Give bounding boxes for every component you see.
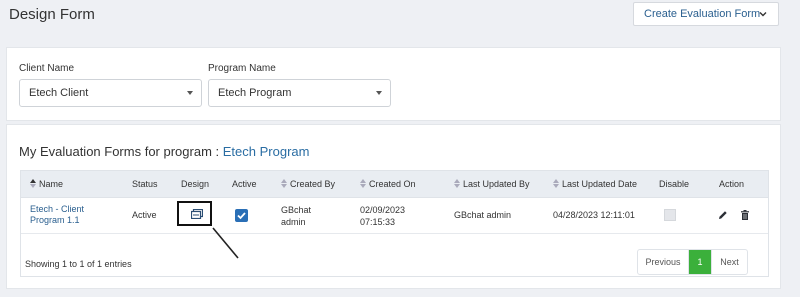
column-created-by-label: Created By — [290, 179, 336, 189]
created-on-cell: 02/09/2023 07:15:33 — [360, 204, 405, 228]
column-header-created-by[interactable]: Created By — [281, 179, 335, 189]
created-on-line2: 07:15:33 — [360, 217, 396, 227]
last-updated-date-cell: 04/28/2023 12:11:01 — [553, 210, 635, 220]
forms-title-program: Etech Program — [222, 144, 310, 159]
created-by-cell: GBchat admin — [281, 204, 311, 228]
program-name-value: Etech Program — [218, 87, 292, 99]
status-cell: Active — [132, 210, 157, 220]
sort-icon — [454, 179, 460, 188]
column-header-disable: Disable — [659, 179, 690, 189]
created-by-line1: GBchat — [281, 205, 312, 215]
pagination: Previous 1 Next — [637, 249, 748, 275]
created-on-line1: 02/09/2023 — [360, 205, 406, 215]
forms-section-title: My Evaluation Forms for program : Etech … — [19, 144, 309, 159]
column-header-name[interactable]: Name — [30, 179, 63, 189]
table-row: Etech - Client Program 1.1 Active GBchat… — [21, 198, 768, 234]
page-title: Design Form — [9, 6, 95, 23]
column-header-active: Active — [232, 179, 257, 189]
caret-down-icon — [376, 91, 382, 95]
column-header-status: Status — [132, 179, 158, 189]
create-evaluation-form-button[interactable]: Create Evaluation Form — [633, 2, 779, 26]
edit-pencil-icon[interactable] — [718, 210, 728, 220]
create-evaluation-form-label: Create Evaluation Form — [644, 8, 761, 20]
column-name-label: Name — [39, 179, 64, 189]
sort-icon — [553, 179, 559, 188]
entries-info: Showing 1 to 1 of 1 entries — [25, 259, 132, 269]
delete-trash-icon[interactable] — [740, 210, 750, 220]
table-header: Name Status Design Active Created By Cre… — [21, 171, 768, 198]
form-name-line2: Program 1.1 — [30, 215, 80, 225]
caret-down-icon — [187, 91, 193, 95]
column-last-updated-by-label: Last Updated By — [463, 179, 530, 189]
last-updated-by-cell: GBchat admin — [454, 210, 512, 220]
sort-icon — [360, 179, 366, 188]
form-name-link[interactable]: Etech - Client Program 1.1 — [30, 204, 84, 226]
top-bar: Design Form Create Evaluation Form — [0, 0, 800, 33]
column-header-last-updated-by[interactable]: Last Updated By — [454, 179, 530, 189]
chevron-down-icon — [759, 12, 767, 17]
column-last-updated-date-label: Last Updated Date — [562, 179, 638, 189]
sort-asc-icon — [30, 179, 36, 188]
client-name-value: Etech Client — [29, 87, 89, 99]
form-name-line1: Etech - Client — [30, 204, 85, 214]
previous-page-button[interactable]: Previous — [638, 250, 689, 274]
program-name-select[interactable]: Etech Program — [208, 79, 391, 107]
created-by-line2: admin — [281, 217, 306, 227]
check-icon — [237, 212, 246, 220]
filters-card: Client Name Etech Client Program Name Et… — [6, 47, 781, 121]
column-header-last-updated-date[interactable]: Last Updated Date — [553, 179, 637, 189]
sort-icon — [281, 179, 287, 188]
program-name-label: Program Name — [208, 63, 276, 74]
column-header-action: Action — [719, 179, 745, 189]
forms-title-prefix: My Evaluation Forms for program : — [19, 144, 220, 159]
client-name-label: Client Name — [19, 63, 75, 74]
design-icon-highlight-box — [177, 201, 212, 226]
evaluation-forms-card: My Evaluation Forms for program : Etech … — [6, 124, 781, 289]
disable-checkbox[interactable] — [664, 209, 676, 221]
column-header-created-on[interactable]: Created On — [360, 179, 416, 189]
column-header-design: Design — [181, 179, 210, 189]
column-created-on-label: Created On — [369, 179, 416, 189]
page-1-button[interactable]: 1 — [689, 250, 711, 274]
active-checkbox[interactable] — [235, 209, 248, 222]
next-page-button[interactable]: Next — [711, 250, 747, 274]
client-name-select[interactable]: Etech Client — [19, 79, 202, 107]
